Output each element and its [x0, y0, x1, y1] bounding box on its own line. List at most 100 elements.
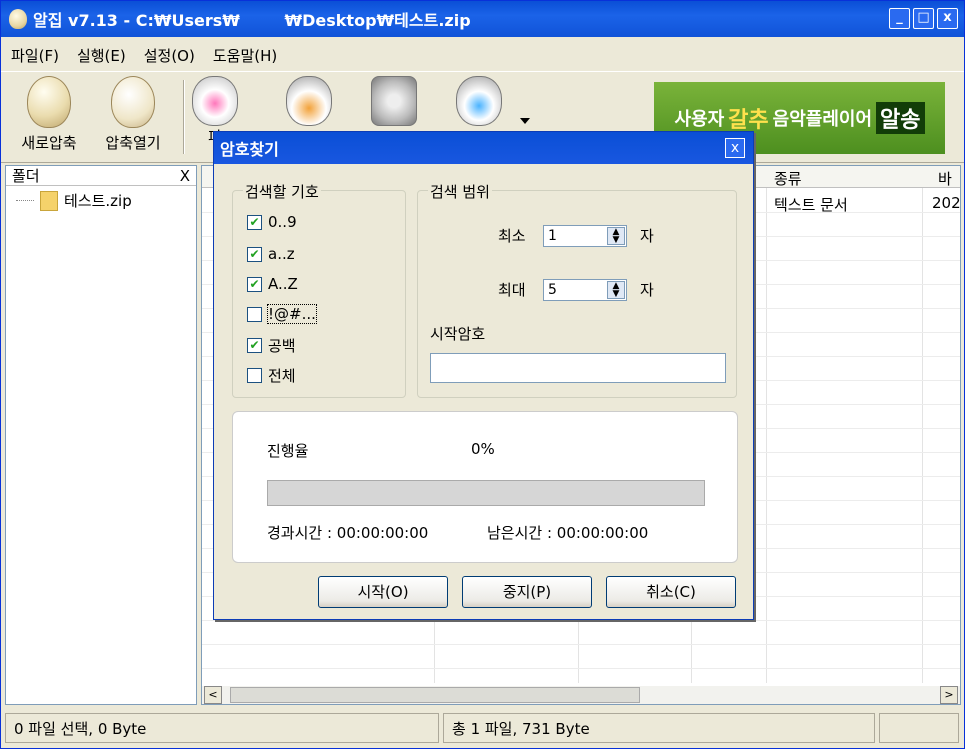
menu-settings[interactable]: 설정(O) [144, 45, 195, 66]
progress-bar [267, 480, 705, 506]
status-total: 총 1 파일, 731 Byte [443, 713, 875, 743]
checkbox-uppercase[interactable]: ✔ A..Z [247, 275, 298, 293]
folder-pane-close-icon[interactable]: X [180, 167, 190, 185]
checkbox-label: 공백 [268, 337, 296, 355]
elapsed-time: 경과시간 : 00:00:00:00 [267, 524, 429, 542]
file-date-cell[interactable]: 202 [932, 194, 960, 212]
minimize-button[interactable]: _ [889, 8, 910, 29]
checkbox-special[interactable]: !@#... [247, 304, 317, 324]
tree-item-archive[interactable]: 테스트.zip [6, 186, 196, 215]
dialog-close-button[interactable]: x [725, 138, 745, 158]
start-button[interactable]: 시작(O) [318, 576, 448, 608]
horizontal-scrollbar[interactable]: < > [202, 686, 960, 704]
remaining-time: 남은시간 : 00:00:00:00 [487, 524, 649, 542]
extract-folder-icon [286, 76, 332, 126]
cracked-egg-icon [111, 76, 155, 128]
tree-line [16, 200, 34, 201]
min-spinner[interactable]: 1 ▲ ▼ [543, 225, 627, 247]
checkbox-all[interactable]: 전체 [247, 365, 296, 386]
menu-help[interactable]: 도움말(H) [213, 45, 277, 66]
scroll-thumb[interactable] [230, 687, 640, 703]
scroll-right-icon[interactable]: > [940, 686, 958, 704]
min-unit: 자 [640, 227, 654, 245]
checkbox-label: A..Z [268, 275, 298, 293]
extract-folder-button[interactable] [271, 76, 347, 126]
open-archive-button[interactable]: 압축열기 [91, 76, 175, 153]
grid-line [766, 188, 767, 683]
window-title: 알집 v7.13 - C:₩Users₩ ₩Desktop₩테스트.zip [33, 11, 471, 30]
extract-icon [192, 76, 238, 126]
cd-icon [371, 76, 417, 126]
min-label: 최소 [498, 227, 526, 245]
close-button[interactable]: x [937, 8, 958, 29]
checkbox-lowercase[interactable]: ✔ a..z [247, 245, 295, 263]
scroll-left-icon[interactable]: < [204, 686, 222, 704]
checkbox-space[interactable]: ✔ 공백 [247, 335, 296, 356]
checkbox-box[interactable] [247, 306, 262, 322]
progress-panel: 진행율 0% 경과시간 : 00:00:00:00 남은시간 : 00:00:0… [232, 411, 738, 563]
new-compress-button[interactable]: 새로압축 [7, 76, 91, 153]
grid-line [922, 188, 923, 683]
grid-row-line [202, 668, 960, 669]
folder-icon [40, 190, 58, 211]
progress-label: 진행율 [267, 442, 309, 460]
grid-row-line [202, 620, 960, 621]
dialog-title-bar[interactable]: 암호찾기 [214, 132, 753, 164]
checkbox-box[interactable]: ✔ [247, 338, 262, 353]
dropdown-arrow-icon[interactable] [520, 118, 530, 124]
max-spinner[interactable]: 5 ▲ ▼ [543, 279, 627, 301]
alzip-app-icon [9, 9, 27, 29]
menu-run[interactable]: 실행(E) [77, 45, 126, 66]
checkbox-digits[interactable]: ✔ 0..9 [247, 213, 297, 231]
banner-text-big: 갈추 [728, 108, 769, 133]
folder-pane-title: 폴더 [12, 167, 40, 185]
menu-file[interactable]: 파일(F) [11, 45, 59, 66]
spinner-arrows-icon[interactable]: ▲ ▼ [607, 227, 625, 245]
banner-text-box: 알송 [876, 102, 925, 134]
tool-button[interactable] [441, 76, 517, 126]
spinner-arrows-icon[interactable]: ▲ ▼ [607, 281, 625, 299]
checkbox-box[interactable]: ✔ [247, 214, 262, 230]
column-modified[interactable]: 바 [938, 168, 952, 189]
maximize-button[interactable]: □ [913, 8, 934, 29]
status-bar: 0 파일 선택, 0 Byte 총 1 파일, 731 Byte [1, 708, 964, 748]
banner-text-pre: 사용자 [674, 109, 725, 130]
stop-button[interactable]: 중지(P) [462, 576, 592, 608]
dialog-title: 암호찾기 [220, 140, 279, 159]
max-label: 최대 [498, 281, 526, 299]
checkbox-label: 전체 [268, 367, 296, 385]
tool-icon [456, 76, 502, 126]
max-unit: 자 [640, 281, 654, 299]
start-password-label: 시작암호 [430, 325, 486, 343]
range-group-label: 검색 범위 [428, 181, 492, 202]
symbols-group-label: 검색할 기호 [243, 181, 321, 202]
folder-pane: 폴더 X 테스트.zip [5, 165, 197, 705]
password-finder-dialog: 암호찾기 x 검색할 기호 ✔ 0..9 ✔ a..z ✔ A..Z !@#..… [213, 131, 754, 620]
toolbar-separator [183, 80, 185, 154]
menu-bar: 파일(F) 실행(E) 설정(O) 도움말(H) [1, 41, 964, 69]
start-password-input[interactable] [430, 353, 726, 383]
checkbox-box[interactable] [247, 368, 262, 383]
status-selection: 0 파일 선택, 0 Byte [5, 713, 439, 743]
cd-button[interactable] [356, 76, 432, 126]
title-bar[interactable]: 알집 v7.13 - C:₩Users₩ ₩Desktop₩테스트.zip _ … [1, 1, 964, 37]
folder-pane-header: 폴더 X [6, 166, 196, 186]
column-type[interactable]: 종류 [774, 168, 802, 189]
new-compress-label: 새로압축 [21, 134, 77, 152]
egg-icon [27, 76, 71, 128]
main-window: 알집 v7.13 - C:₩Users₩ ₩Desktop₩테스트.zip _ … [0, 0, 965, 749]
status-extra [879, 713, 959, 743]
checkbox-label: a..z [268, 245, 295, 263]
checkbox-box[interactable]: ✔ [247, 246, 262, 262]
file-type-cell[interactable]: 텍스트 문서 [774, 194, 848, 215]
checkbox-box[interactable]: ✔ [247, 276, 262, 292]
open-archive-label: 압축열기 [105, 134, 161, 152]
grid-row-line [202, 644, 960, 645]
symbols-group: 검색할 기호 ✔ 0..9 ✔ a..z ✔ A..Z !@#... ✔ 공백 [232, 181, 406, 398]
checkbox-label: 0..9 [268, 213, 297, 231]
cancel-button[interactable]: 취소(C) [606, 576, 736, 608]
max-value: 5 [548, 282, 557, 298]
min-value: 1 [548, 228, 557, 244]
tree-item-label: 테스트.zip [64, 192, 132, 210]
banner-text-mid: 음악플레이어 [772, 109, 873, 130]
